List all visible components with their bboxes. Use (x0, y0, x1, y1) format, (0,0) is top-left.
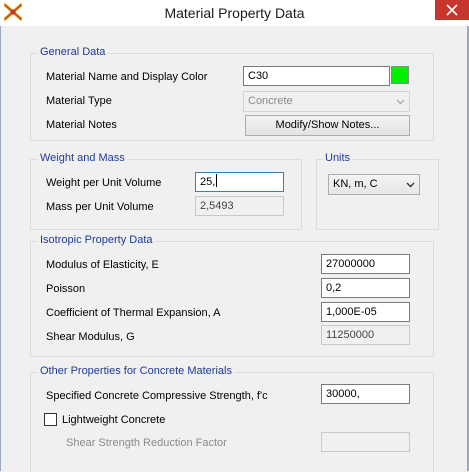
shear-modulus-label: Shear Modulus, G (46, 331, 135, 343)
units-value: KN, m, C (333, 178, 378, 190)
text-caret (216, 174, 218, 187)
material-notes-label: Material Notes (46, 119, 117, 131)
material-type-value: Concrete (248, 95, 293, 107)
poisson-input[interactable]: 0,2 (321, 278, 410, 298)
shear-modulus-field: 11250000 (321, 325, 410, 345)
modulus-input[interactable]: 27000000 (321, 254, 410, 274)
title-bar: Material Property Data (0, 0, 469, 26)
display-color-swatch[interactable] (391, 66, 409, 84)
thermal-expansion-input[interactable]: 1,000E-05 (321, 302, 410, 322)
lightweight-concrete-label[interactable]: Lightweight Concrete (62, 412, 165, 428)
material-name-input[interactable]: C30 (243, 66, 390, 86)
material-type-select[interactable]: Concrete (243, 91, 410, 112)
weight-per-volume-value: 25, (200, 176, 216, 188)
window-title: Material Property Data (164, 5, 305, 21)
isotropic-legend: Isotropic Property Data (38, 234, 155, 247)
units-legend: Units (323, 152, 353, 165)
lightweight-concrete-checkbox[interactable] (44, 413, 57, 426)
window-frame-left (0, 26, 1, 471)
thermal-expansion-label: Coefficient of Thermal Expansion, A (46, 307, 221, 319)
compressive-strength-input[interactable]: 30000, (321, 384, 410, 404)
close-icon (446, 4, 458, 16)
units-select[interactable]: KN, m, C (328, 174, 420, 195)
concrete-legend: Other Properties for Concrete Materials (38, 365, 234, 378)
material-type-label: Material Type (46, 95, 112, 107)
weight-per-volume-input[interactable]: 25, (195, 172, 284, 192)
weight-mass-legend: Weight and Mass (38, 152, 127, 165)
general-data-legend: General Data (38, 46, 108, 59)
close-button[interactable] (435, 0, 469, 20)
compressive-strength-label: Specified Concrete Compressive Strength,… (46, 390, 268, 402)
modulus-label: Modulus of Elasticity, E (46, 259, 159, 271)
weight-mass-group (30, 159, 302, 230)
weight-per-volume-label: Weight per Unit Volume (46, 177, 162, 189)
poisson-label: Poisson (46, 283, 86, 295)
mass-per-volume-field: 2,5493 (195, 196, 284, 216)
shear-reduction-label: Shear Strength Reduction Factor (66, 437, 227, 449)
chevron-down-icon (406, 182, 415, 188)
material-name-label: Material Name and Display Color (46, 71, 208, 83)
mass-per-volume-label: Mass per Unit Volume (46, 201, 154, 213)
modify-show-notes-button[interactable]: Modify/Show Notes... (245, 115, 410, 136)
chevron-down-icon (396, 99, 405, 105)
shear-reduction-input[interactable] (321, 432, 410, 452)
